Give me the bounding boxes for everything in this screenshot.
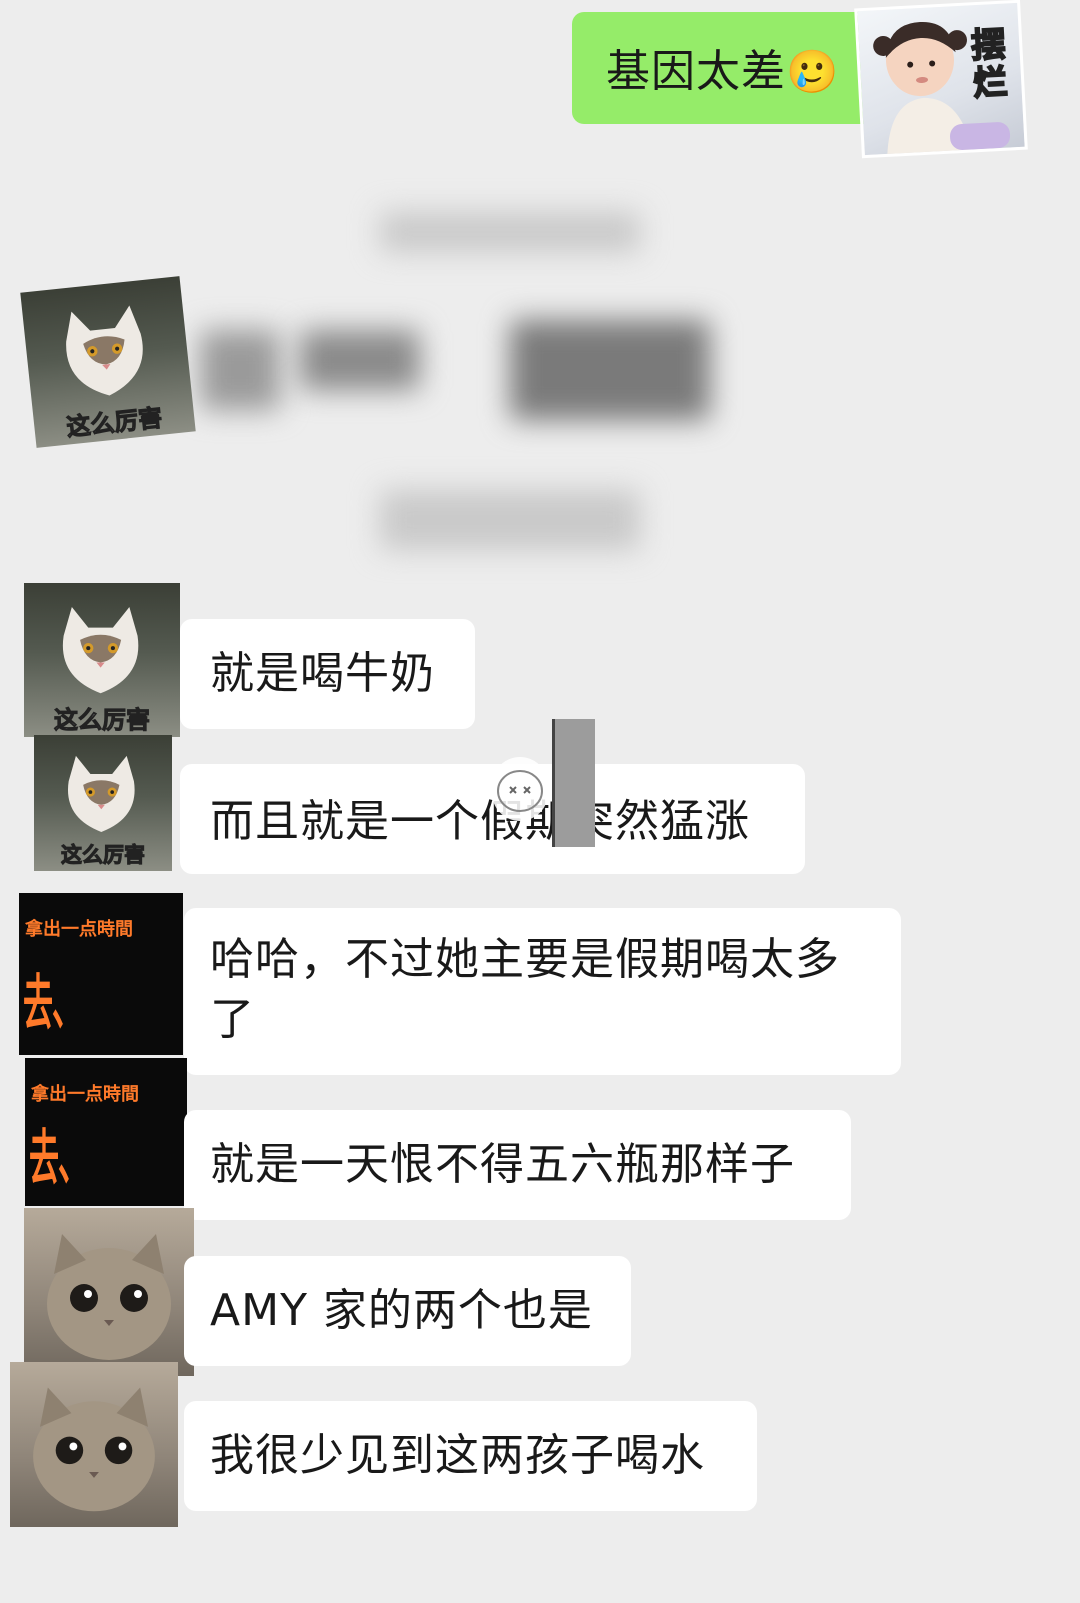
outgoing-message-text: 基因太差 [606, 46, 786, 97]
message-text: 哈哈，不过她主要是假期喝太多 [210, 934, 840, 985]
avatar-caption-big: 去、發瘋! [29, 1124, 88, 1194]
avatar-caption: 这么厉害 [54, 706, 151, 735]
contact-avatar-grey-cat[interactable] [24, 1208, 194, 1376]
contact-avatar-crazy[interactable]: 拿出一点時間 去、發瘋! [19, 893, 183, 1055]
contact-avatar-crazy[interactable]: 拿出一点時間 去、發瘋! [25, 1058, 187, 1206]
smile-tear-emoji: 🥲 [786, 47, 840, 96]
avatar-caption: 这么厉害 [61, 843, 146, 868]
message-text: 而且就是一个假期突然猛涨 [210, 796, 750, 847]
outgoing-message-bubble[interactable]: 基因太差🥲 [572, 12, 878, 124]
incoming-message-bubble[interactable]: 就是一天恨不得五六瓶那样子 [184, 1110, 851, 1220]
incoming-message-bubble[interactable]: AMY 家的两个也是 [184, 1256, 631, 1366]
redaction-overlay [492, 757, 548, 821]
my-avatar[interactable]: 摆烂 [854, 0, 1028, 159]
grey-cat-sticker-icon [33, 1387, 155, 1512]
incoming-message-bubble[interactable]: 我很少见到这两孩子喝水 [184, 1401, 757, 1511]
avatar-caption-small: 拿出一点時間 [25, 919, 133, 940]
message-text: 就是喝牛奶 [210, 648, 435, 699]
doodle-sticker-icon [497, 770, 543, 812]
cat-sticker-icon [62, 606, 139, 693]
message-text: 我很少见到这两孩子喝水 [210, 1430, 705, 1481]
contact-avatar-grey-cat[interactable] [10, 1362, 178, 1527]
avatar-caption-small: 拿出一点時間 [31, 1084, 139, 1105]
contact-avatar-cat[interactable]: 这么厉害 [20, 276, 196, 448]
incoming-message-bubble[interactable]: 哈哈，不过她主要是假期喝太多 了 [184, 908, 901, 1075]
cat-sticker-icon [66, 305, 144, 396]
contact-avatar-cat[interactable]: 这么厉害 [24, 583, 180, 737]
my-avatar-caption: 摆烂 [969, 24, 1009, 106]
message-text: AMY 家的两个也是 [210, 1285, 593, 1336]
avatar-caption-big: 去、發瘋! [23, 969, 82, 1039]
grey-cat-sticker-icon [47, 1234, 171, 1360]
message-text-line2: 了 [210, 994, 255, 1045]
contact-avatar-cat[interactable]: 这么厉害 [34, 735, 172, 871]
grey-redaction-bar [552, 719, 595, 847]
message-text: 就是一天恨不得五六瓶那样子 [210, 1139, 795, 1190]
cat-sticker-icon [68, 755, 135, 832]
incoming-message-bubble[interactable]: 就是喝牛奶 [180, 619, 475, 729]
